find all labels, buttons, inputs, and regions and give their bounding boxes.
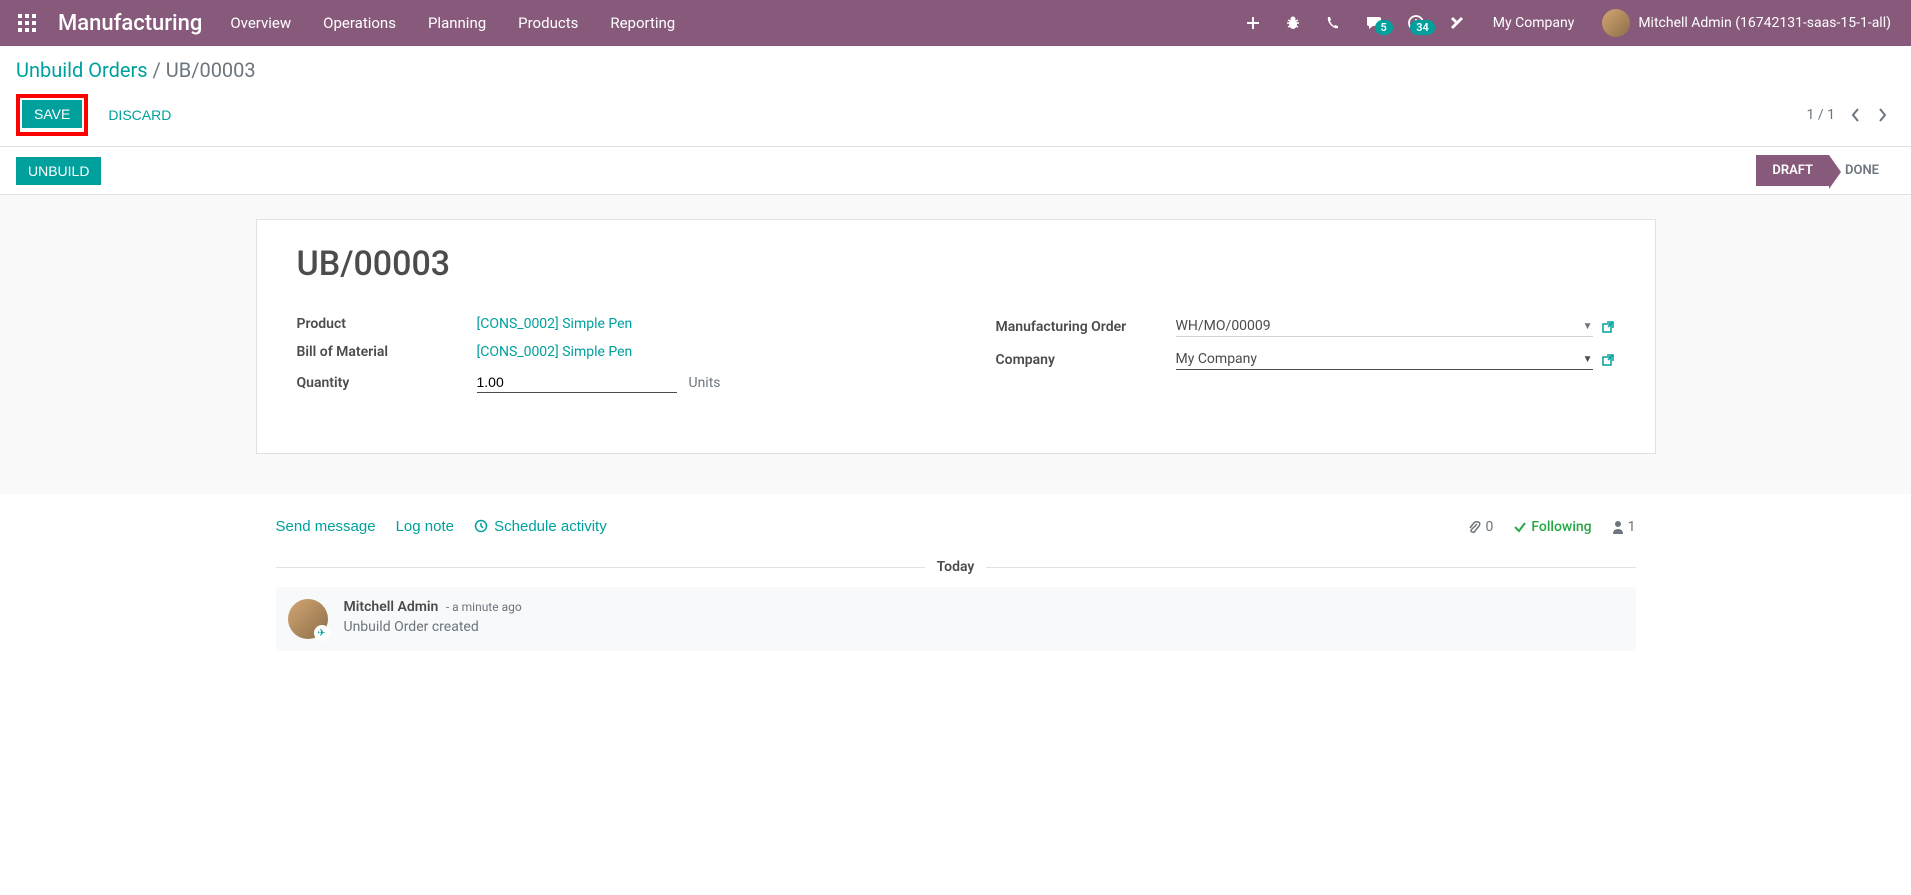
discard-button[interactable]: Discard bbox=[96, 101, 183, 129]
clock-badge: 34 bbox=[1410, 20, 1435, 35]
quantity-unit: Units bbox=[689, 375, 721, 391]
user-menu[interactable]: Mitchell Admin (16742131-saas-15-1-all) bbox=[1590, 9, 1903, 37]
pager-next-button[interactable] bbox=[1869, 103, 1895, 127]
chevron-down-icon: ▼ bbox=[1583, 354, 1593, 365]
label-quantity: Quantity bbox=[297, 375, 477, 391]
message-time: - a minute ago bbox=[446, 600, 522, 614]
chevron-down-icon: ▼ bbox=[1583, 321, 1593, 332]
status-pipeline: Draft Done bbox=[1756, 155, 1895, 186]
label-mo: Manufacturing Order bbox=[996, 319, 1176, 335]
attachment-count[interactable]: 0 bbox=[1467, 519, 1493, 535]
form-col-right: Manufacturing Order WH/MO/00009 ▼ Compan… bbox=[996, 316, 1615, 405]
message-author[interactable]: Mitchell Admin bbox=[344, 599, 439, 615]
label-bom: Bill of Material bbox=[297, 344, 477, 360]
record-title: UB/00003 bbox=[297, 244, 1615, 284]
pager: 1 / 1 bbox=[1807, 103, 1895, 127]
chatter-topbar: Send message Log note Schedule activity … bbox=[276, 510, 1636, 547]
following-button[interactable]: Following bbox=[1513, 519, 1591, 535]
bug-icon[interactable] bbox=[1273, 15, 1313, 31]
tools-icon[interactable] bbox=[1437, 15, 1477, 31]
bom-value[interactable]: [CONS_0002] Simple Pen bbox=[477, 344, 633, 360]
breadcrumb-current: UB/00003 bbox=[166, 58, 256, 82]
mo-value: WH/MO/00009 bbox=[1176, 318, 1271, 334]
company-select[interactable]: My Company ▼ bbox=[1176, 349, 1593, 370]
schedule-label: Schedule activity bbox=[494, 518, 607, 535]
form-sheet: UB/00003 Product [CONS_0002] Simple Pen … bbox=[256, 219, 1656, 454]
apps-icon[interactable] bbox=[8, 14, 46, 32]
app-brand[interactable]: Manufacturing bbox=[46, 11, 214, 36]
label-product: Product bbox=[297, 316, 477, 332]
statusbar: Unbuild Draft Done bbox=[0, 147, 1911, 195]
status-draft[interactable]: Draft bbox=[1756, 155, 1829, 186]
nav-item-operations[interactable]: Operations bbox=[307, 0, 412, 46]
pager-value[interactable]: 1 / 1 bbox=[1807, 107, 1835, 123]
clock-icon[interactable]: 34 bbox=[1395, 14, 1437, 32]
company-value: My Company bbox=[1176, 351, 1258, 367]
send-message-button[interactable]: Send message bbox=[276, 518, 376, 535]
external-link-icon[interactable] bbox=[1601, 320, 1615, 334]
nav-item-planning[interactable]: Planning bbox=[412, 0, 502, 46]
follower-count[interactable]: 1 bbox=[1612, 519, 1636, 535]
phone-icon[interactable] bbox=[1313, 15, 1353, 31]
status-done[interactable]: Done bbox=[1829, 155, 1895, 186]
external-link-icon[interactable] bbox=[1601, 353, 1615, 367]
chat-icon[interactable]: 5 bbox=[1353, 14, 1395, 32]
control-panel: Unbuild Orders / UB/00003 Save Discard 1… bbox=[0, 46, 1911, 147]
nav-right: 5 34 My Company Mitchell Admin (16742131… bbox=[1233, 0, 1903, 46]
mo-select[interactable]: WH/MO/00009 ▼ bbox=[1176, 316, 1593, 337]
nav-item-reporting[interactable]: Reporting bbox=[594, 0, 691, 46]
navbar: Manufacturing Overview Operations Planni… bbox=[0, 0, 1911, 46]
pager-prev-button[interactable] bbox=[1843, 103, 1869, 127]
save-highlight-box: Save bbox=[16, 94, 88, 136]
nav-menu: Overview Operations Planning Products Re… bbox=[214, 0, 691, 46]
breadcrumb: Unbuild Orders / UB/00003 bbox=[16, 58, 1895, 82]
company-selector[interactable]: My Company bbox=[1477, 15, 1591, 31]
chatter: Send message Log note Schedule activity … bbox=[266, 494, 1646, 667]
nav-item-products[interactable]: Products bbox=[502, 0, 594, 46]
user-name: Mitchell Admin (16742131-saas-15-1-all) bbox=[1638, 15, 1891, 31]
unbuild-button[interactable]: Unbuild bbox=[16, 157, 101, 185]
quantity-input[interactable] bbox=[477, 372, 677, 393]
schedule-activity-button[interactable]: Schedule activity bbox=[474, 518, 607, 535]
nav-item-overview[interactable]: Overview bbox=[214, 0, 307, 46]
form-col-left: Product [CONS_0002] Simple Pen Bill of M… bbox=[297, 316, 916, 405]
log-note-button[interactable]: Log note bbox=[396, 518, 454, 535]
message-item: Mitchell Admin - a minute ago Unbuild Or… bbox=[276, 587, 1636, 651]
form-view: UB/00003 Product [CONS_0002] Simple Pen … bbox=[0, 195, 1911, 494]
message-body: Unbuild Order created bbox=[344, 619, 1624, 635]
chat-badge: 5 bbox=[1375, 20, 1393, 35]
breadcrumb-parent[interactable]: Unbuild Orders bbox=[16, 58, 148, 82]
date-divider: Today bbox=[276, 559, 1636, 575]
avatar-icon bbox=[288, 599, 328, 639]
plus-icon[interactable] bbox=[1233, 15, 1273, 31]
product-value[interactable]: [CONS_0002] Simple Pen bbox=[477, 316, 633, 332]
company-name: My Company bbox=[1493, 15, 1575, 31]
avatar-icon bbox=[1602, 9, 1630, 37]
label-company: Company bbox=[996, 352, 1176, 368]
save-button[interactable]: Save bbox=[22, 100, 82, 128]
